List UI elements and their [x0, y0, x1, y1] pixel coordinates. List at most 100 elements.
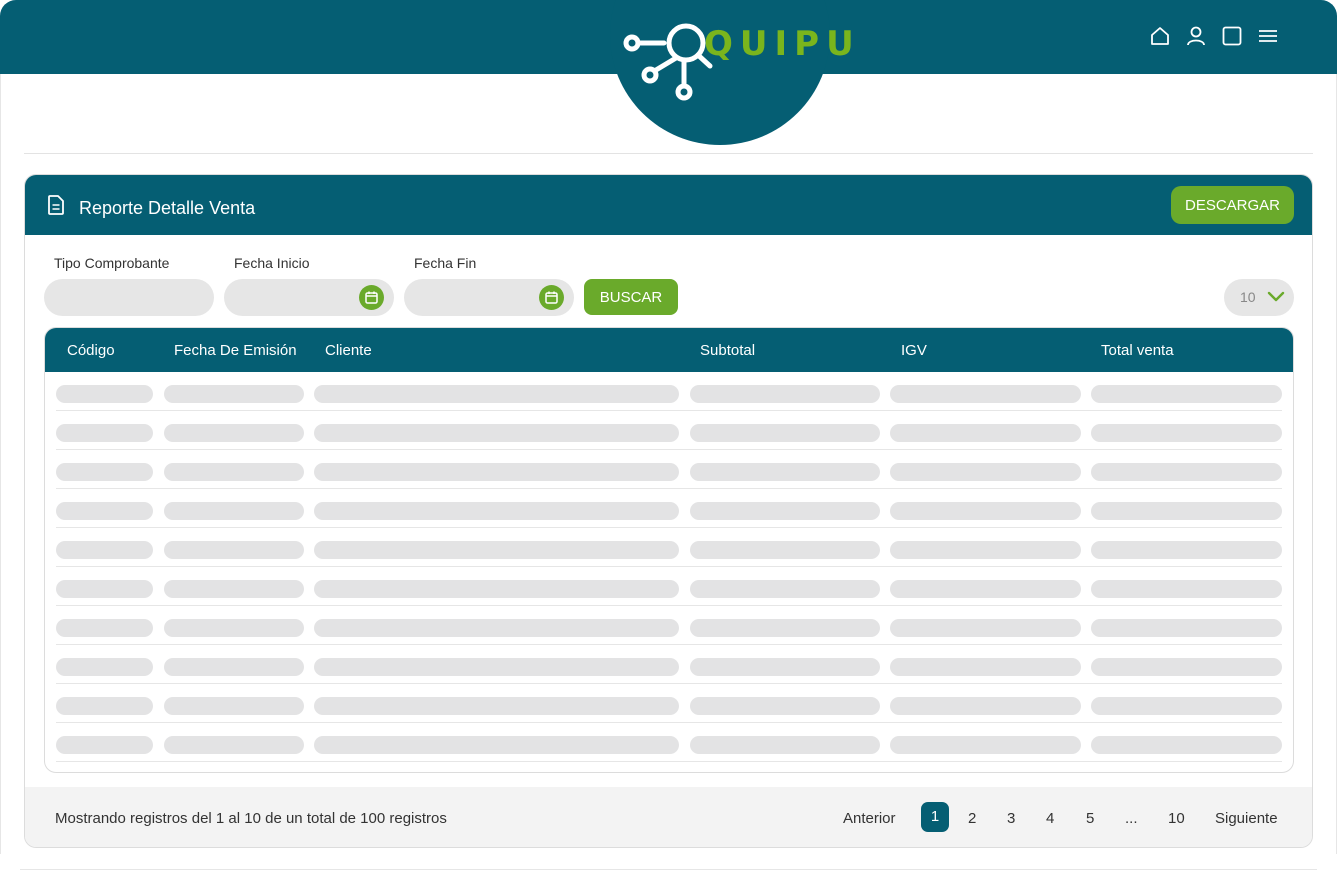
- page-bottom-divider: [20, 869, 1317, 870]
- skeleton-cell: [314, 385, 679, 403]
- table-header: Código Fecha De Emisión Cliente Subtotal…: [45, 328, 1293, 372]
- skeleton-cell: [164, 385, 304, 403]
- skeleton-cell: [890, 619, 1081, 637]
- skeleton-cell: [690, 658, 880, 676]
- skeleton-cell: [1091, 502, 1282, 520]
- skeleton-cell: [164, 502, 304, 520]
- document-icon: [48, 195, 64, 215]
- pagination-next[interactable]: Siguiente: [1215, 810, 1278, 827]
- skeleton-cell: [690, 619, 880, 637]
- skeleton-cell: [314, 502, 679, 520]
- fecha-fin-field[interactable]: [404, 279, 574, 316]
- skeleton-cell: [1091, 697, 1282, 715]
- skeleton-cell: [690, 541, 880, 559]
- search-button[interactable]: BUSCAR: [584, 279, 678, 315]
- brand-name: QUIPU: [704, 24, 861, 64]
- pagination-page-10[interactable]: 10: [1168, 810, 1185, 827]
- skeleton-cell: [890, 424, 1081, 442]
- skeleton-cell: [1091, 385, 1282, 403]
- fecha-inicio-label: Fecha Inicio: [234, 255, 310, 271]
- skeleton-cell: [56, 736, 153, 754]
- skeleton-cell: [314, 580, 679, 598]
- table-row: [45, 450, 1293, 489]
- table-row: [45, 606, 1293, 645]
- table-row: [45, 372, 1293, 411]
- skeleton-cell: [314, 619, 679, 637]
- skeleton-cell: [890, 385, 1081, 403]
- skeleton-cell: [690, 385, 880, 403]
- page-size-select[interactable]: 10: [1224, 279, 1294, 316]
- pagination-page-3[interactable]: 3: [1007, 810, 1015, 827]
- table-row: [45, 489, 1293, 528]
- skeleton-cell: [56, 502, 153, 520]
- tipo-comprobante-label: Tipo Comprobante: [54, 255, 170, 271]
- skeleton-cell: [690, 697, 880, 715]
- calendar-icon[interactable]: [539, 285, 564, 310]
- skeleton-cell: [890, 541, 1081, 559]
- pagination-page-2[interactable]: 2: [968, 810, 976, 827]
- tipo-comprobante-field[interactable]: [44, 279, 214, 316]
- menu-icon[interactable]: [1257, 25, 1279, 47]
- column-header-cliente[interactable]: Cliente: [325, 342, 372, 359]
- report-title: Reporte Detalle Venta: [79, 198, 256, 218]
- skeleton-cell: [890, 736, 1081, 754]
- table-row: [45, 567, 1293, 606]
- header-actions: [1149, 25, 1279, 47]
- table-row: [45, 411, 1293, 450]
- fecha-fin-label: Fecha Fin: [414, 255, 477, 271]
- user-icon[interactable]: [1185, 25, 1207, 47]
- skeleton-cell: [314, 463, 679, 481]
- skeleton-cell: [164, 463, 304, 481]
- skeleton-cell: [1091, 463, 1282, 481]
- skeleton-cell: [56, 385, 153, 403]
- skeleton-cell: [690, 424, 880, 442]
- column-header-fecha-emision[interactable]: Fecha De Emisión: [174, 342, 297, 359]
- skeleton-cell: [1091, 619, 1282, 637]
- window-icon[interactable]: [1221, 25, 1243, 47]
- fecha-inicio-field[interactable]: [224, 279, 394, 316]
- skeleton-cell: [164, 580, 304, 598]
- skeleton-cell: [56, 580, 153, 598]
- table-footer: Mostrando registros del 1 al 10 de un to…: [25, 787, 1312, 847]
- skeleton-cell: [890, 502, 1081, 520]
- row-divider: [56, 761, 1282, 762]
- skeleton-cell: [56, 424, 153, 442]
- column-header-subtotal[interactable]: Subtotal: [700, 342, 755, 359]
- report-card-header: Reporte Detalle Venta DESCARGAR: [25, 175, 1312, 235]
- calendar-icon[interactable]: [359, 285, 384, 310]
- skeleton-cell: [56, 697, 153, 715]
- skeleton-cell: [314, 541, 679, 559]
- skeleton-cell: [56, 541, 153, 559]
- table-row: [45, 684, 1293, 723]
- skeleton-cell: [164, 697, 304, 715]
- pagination-page-5[interactable]: 5: [1086, 810, 1094, 827]
- skeleton-cell: [164, 619, 304, 637]
- skeleton-cell: [56, 463, 153, 481]
- skeleton-cell: [1091, 658, 1282, 676]
- home-icon[interactable]: [1149, 25, 1171, 47]
- skeleton-cell: [164, 736, 304, 754]
- records-info: Mostrando registros del 1 al 10 de un to…: [55, 810, 447, 827]
- skeleton-cell: [1091, 736, 1282, 754]
- pagination-page-1[interactable]: 1: [921, 802, 949, 832]
- skeleton-cell: [314, 424, 679, 442]
- report-card: Reporte Detalle Venta DESCARGAR Tipo Com…: [24, 174, 1313, 848]
- skeleton-cell: [890, 658, 1081, 676]
- skeleton-cell: [690, 502, 880, 520]
- column-header-codigo[interactable]: Código: [67, 342, 115, 359]
- skeleton-cell: [164, 541, 304, 559]
- skeleton-cell: [1091, 580, 1282, 598]
- pagination-prev[interactable]: Anterior: [843, 810, 896, 827]
- skeleton-cell: [164, 424, 304, 442]
- column-header-igv[interactable]: IGV: [901, 342, 927, 359]
- skeleton-cell: [164, 658, 304, 676]
- skeleton-cell: [1091, 541, 1282, 559]
- table-row: [45, 723, 1293, 762]
- skeleton-cell: [56, 658, 153, 676]
- pagination-ellipsis: ...: [1125, 810, 1138, 827]
- table-row: [45, 645, 1293, 684]
- column-header-total-venta[interactable]: Total venta: [1101, 342, 1174, 359]
- pagination-page-4[interactable]: 4: [1046, 810, 1054, 827]
- skeleton-cell: [314, 697, 679, 715]
- download-button[interactable]: DESCARGAR: [1171, 186, 1294, 224]
